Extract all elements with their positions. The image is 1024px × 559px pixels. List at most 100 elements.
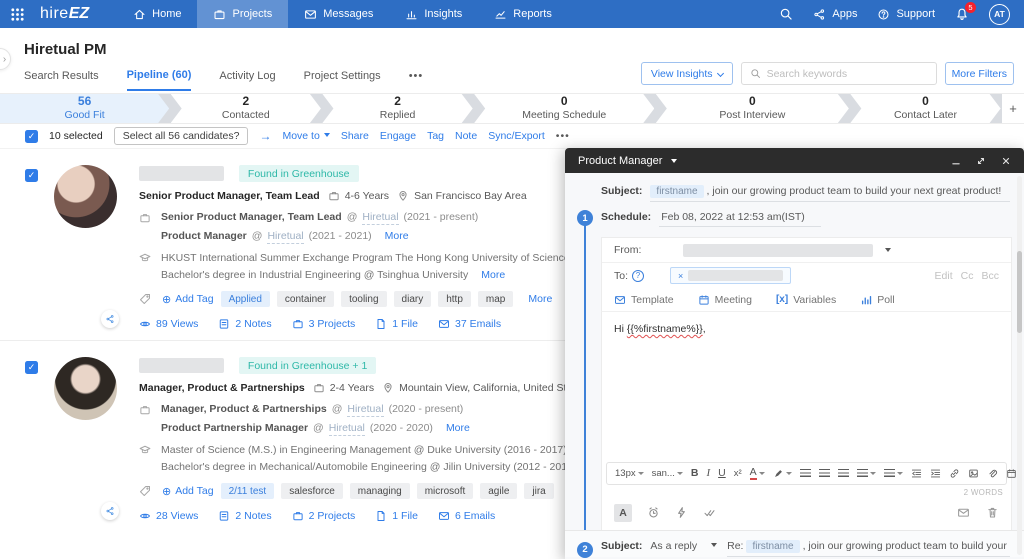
notifications-bell-icon[interactable]: 5 <box>955 7 969 22</box>
candidate-tag[interactable]: Applied <box>221 291 270 307</box>
stage-post-interview[interactable]: 0Post Interview <box>656 94 849 123</box>
remove-recipient-icon[interactable]: × <box>678 271 683 281</box>
nav-item-reports[interactable]: Reports <box>478 0 568 28</box>
candidate-tag[interactable]: managing <box>350 483 410 499</box>
firstname-variable-chip[interactable]: firstname <box>746 540 799 553</box>
tab-activity-log[interactable]: Activity Log <box>219 70 275 90</box>
italic-button[interactable]: I <box>706 467 710 479</box>
tag-button[interactable]: Tag <box>427 130 444 142</box>
schedule-datetime[interactable]: Feb 08, 2022 at 12:53 am(IST) <box>659 211 821 227</box>
insert-image-button[interactable] <box>968 468 979 479</box>
underline-button[interactable]: U <box>718 467 726 479</box>
help-question-icon[interactable]: ? <box>632 270 644 282</box>
candidate-tag[interactable]: diary <box>394 291 432 307</box>
stage-meeting-schedule[interactable]: 0Meeting Schedule <box>474 94 654 123</box>
share-button[interactable]: Share <box>341 130 369 142</box>
candidate-checkbox[interactable]: ✓ <box>25 361 38 374</box>
formatting-toggle-button[interactable]: A <box>614 504 632 522</box>
outdent-button[interactable] <box>911 468 922 479</box>
nav-item-projects[interactable]: Projects <box>197 0 288 28</box>
tab-pipeline[interactable]: Pipeline (60) <box>127 69 192 91</box>
sync-export-button[interactable]: Sync/Export <box>488 130 545 142</box>
minimize-icon[interactable] <box>951 156 961 166</box>
emails-stat[interactable]: 37 Emails <box>438 318 501 330</box>
projects-stat[interactable]: 2 Projects <box>292 510 356 522</box>
candidate-tag[interactable]: salesforce <box>281 483 343 499</box>
company-link[interactable]: Hiretual <box>362 211 398 225</box>
align-left-button[interactable] <box>800 469 811 477</box>
compose-scrollbar[interactable] <box>1017 176 1022 555</box>
reply-mode-select[interactable]: As a reply <box>650 540 727 552</box>
compose-window-header[interactable]: Product Manager <box>565 148 1024 173</box>
insert-calendar-button[interactable] <box>1006 468 1017 479</box>
share-profile-icon[interactable] <box>101 310 119 328</box>
nav-item-apps[interactable]: Apps <box>813 8 857 21</box>
font-size-select[interactable]: 13px <box>615 468 644 479</box>
template-button[interactable]: Template <box>614 294 674 306</box>
company-link[interactable]: Hiretual <box>267 230 303 244</box>
views-stat[interactable]: 28 Views <box>139 510 198 522</box>
insert-link-button[interactable] <box>949 468 960 479</box>
ordered-list-button[interactable] <box>857 469 876 477</box>
font-color-button[interactable]: A <box>750 467 765 480</box>
firstname-variable-chip[interactable]: firstname <box>650 185 703 198</box>
bullet-list-button[interactable] <box>884 469 903 477</box>
stage-contacted[interactable]: 2Contacted <box>171 94 321 123</box>
candidate-tag[interactable]: container <box>277 291 334 307</box>
nav-item-home[interactable]: Home <box>117 0 197 28</box>
tab-search-results[interactable]: Search Results <box>24 70 99 90</box>
candidate-name-redacted[interactable] <box>139 358 224 373</box>
education-more-link[interactable]: More <box>481 269 505 281</box>
caret-down-icon[interactable] <box>671 159 677 163</box>
cc-link[interactable]: Cc <box>961 270 974 282</box>
send-later-clock-icon[interactable] <box>647 506 660 519</box>
emails-stat[interactable]: 6 Emails <box>438 510 495 522</box>
candidate-tag[interactable]: agile <box>480 483 517 499</box>
files-stat[interactable]: 1 File <box>375 318 418 330</box>
move-to-button[interactable]: Move to <box>282 130 329 142</box>
reply-subject-input[interactable]: Re: firstname , join our growing product… <box>727 540 1010 557</box>
add-stage-button[interactable]: + <box>1002 94 1024 123</box>
stage-contact-later[interactable]: 0Contact Later <box>850 94 1000 123</box>
candidate-tag[interactable]: microsoft <box>417 483 474 499</box>
meeting-button[interactable]: Meeting <box>698 294 752 306</box>
positions-more-link[interactable]: More <box>385 230 409 242</box>
from-row[interactable]: From: <box>602 238 1011 263</box>
poll-button[interactable]: Poll <box>860 294 895 306</box>
add-tag-button[interactable]: ⊕Add Tag <box>162 293 214 306</box>
candidate-tag[interactable]: 2/11 test <box>221 483 275 499</box>
views-stat[interactable]: 89 Views <box>139 318 198 330</box>
align-center-button[interactable] <box>819 469 830 477</box>
projects-stat[interactable]: 3 Projects <box>292 318 356 330</box>
hireez-logo[interactable]: hireEZ <box>40 0 89 28</box>
candidate-avatar[interactable] <box>54 165 117 228</box>
app-launcher-icon[interactable] <box>0 0 34 28</box>
search-keywords-input[interactable] <box>767 68 928 80</box>
candidate-name-redacted[interactable] <box>139 166 224 181</box>
close-icon[interactable] <box>1001 156 1011 166</box>
candidate-tag[interactable]: map <box>478 291 513 307</box>
superscript-button[interactable]: x² <box>734 468 742 479</box>
company-link[interactable]: Hiretual <box>329 422 365 436</box>
search-icon[interactable] <box>779 7 793 21</box>
candidate-tag[interactable]: tooling <box>341 291 386 307</box>
indent-button[interactable] <box>930 468 941 479</box>
email-body-editor[interactable]: Hi {{%firstname%}}, <box>601 312 1012 460</box>
tab-project-settings[interactable]: Project Settings <box>304 70 381 90</box>
notes-stat[interactable]: 2 Notes <box>218 318 271 330</box>
more-actions-icon[interactable]: ••• <box>556 130 570 142</box>
notes-stat[interactable]: 2 Notes <box>218 510 271 522</box>
subject-input[interactable]: firstname , join our growing product tea… <box>650 185 1010 202</box>
stage-good-fit[interactable]: 56Good Fit <box>0 94 169 123</box>
note-button[interactable]: Note <box>455 130 477 142</box>
view-insights-button[interactable]: View Insights <box>641 62 733 85</box>
edit-recipients-link[interactable]: Edit <box>935 270 953 282</box>
nav-item-messages[interactable]: Messages <box>288 0 389 28</box>
positions-more-link[interactable]: More <box>446 422 470 434</box>
nav-item-support[interactable]: Support <box>877 8 935 21</box>
nav-item-insights[interactable]: Insights <box>389 0 478 28</box>
candidate-checkbox[interactable]: ✓ <box>25 169 38 182</box>
recipient-chip[interactable]: × <box>670 267 791 284</box>
double-check-icon[interactable] <box>703 506 716 519</box>
more-filters-button[interactable]: More Filters <box>945 62 1014 85</box>
